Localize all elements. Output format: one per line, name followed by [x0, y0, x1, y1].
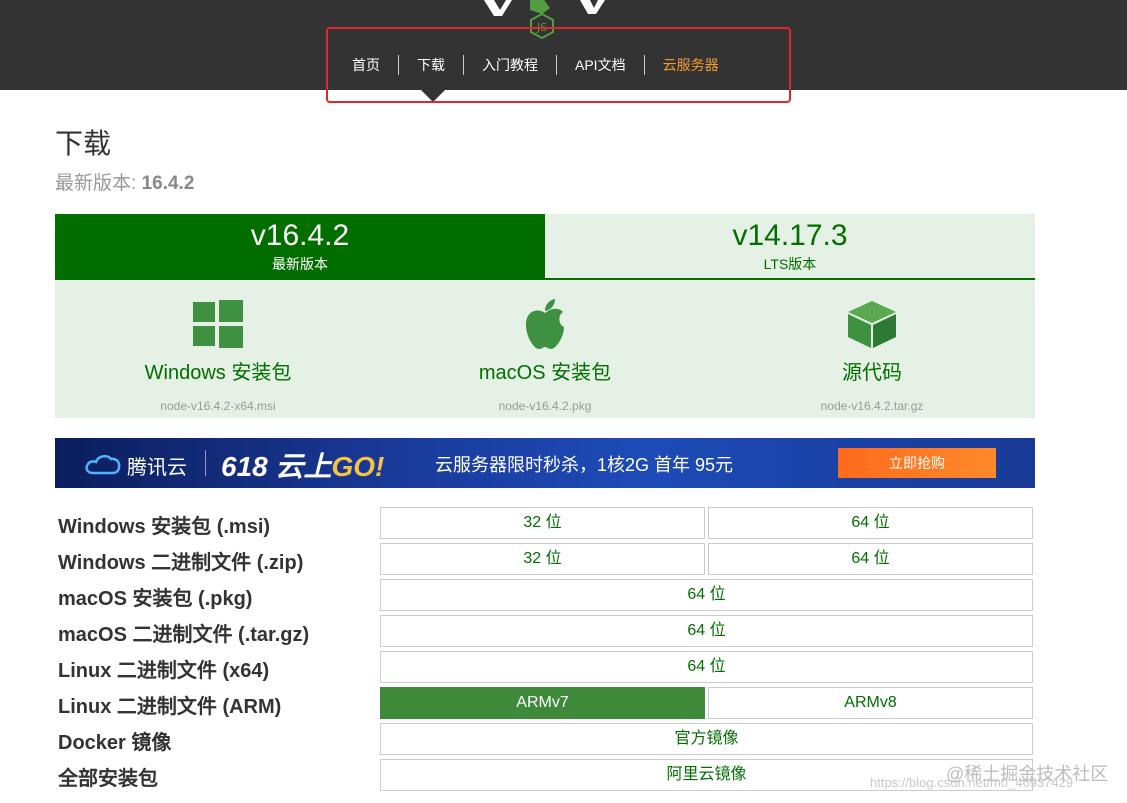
nav-home[interactable]: 首页	[340, 55, 398, 75]
nav-api-docs[interactable]: API文档	[557, 55, 644, 75]
tab-underline	[55, 278, 1035, 280]
download-macos-installer[interactable]: macOS 安装包 node-v16.4.2.pkg	[382, 298, 708, 413]
table-row: Windows 二进制文件 (.zip) 32 位 64 位	[55, 541, 1035, 575]
table-row: Docker 镜像 官方镜像	[55, 721, 1035, 755]
row-label: macOS 安装包 (.pkg)	[58, 588, 253, 610]
lts-version-number: v14.17.3	[732, 219, 848, 252]
banner-brand: 腾讯云	[127, 457, 187, 479]
download-label: 源代码	[842, 362, 902, 384]
site-header: JS 首页 下载 入门教程 API文档 云服务器	[0, 0, 1127, 90]
row-label: Linux 二进制文件 (x64)	[58, 660, 270, 682]
banner-divider	[205, 450, 206, 476]
tab-lts-version[interactable]: v14.17.3 LTS版本	[545, 214, 1035, 278]
current-version-number: v16.4.2	[250, 219, 350, 252]
download-windows-installer[interactable]: Windows 安装包 node-v16.4.2-x64.msi	[55, 298, 381, 413]
row-label: Windows 二进制文件 (.zip)	[58, 552, 304, 574]
table-row: Windows 安装包 (.msi) 32 位 64 位	[55, 505, 1035, 539]
banner-promo-618: 618 云上	[221, 451, 332, 482]
download-label: macOS 安装包	[478, 362, 612, 384]
download-windows-zip-64[interactable]: 64 位	[708, 543, 1033, 575]
version-panel: v16.4.2 最新版本 v14.17.3 LTS版本 Windows 安装包 …	[55, 214, 1035, 418]
download-filename: node-v16.4.2.tar.gz	[820, 399, 924, 413]
download-linux-x64[interactable]: 64 位	[380, 651, 1033, 683]
tab-current-version[interactable]: v16.4.2 最新版本	[55, 214, 545, 278]
tencent-cloud-logo-icon	[85, 454, 121, 475]
row-label: Linux 二进制文件 (ARM)	[58, 696, 282, 718]
nav-cloud-server[interactable]: 云服务器	[645, 55, 737, 75]
lts-version-label: LTS版本	[763, 256, 817, 272]
page-title: 下载	[55, 128, 112, 159]
latest-version-line: 最新版本: 16.4.2	[55, 168, 194, 195]
banner-offer-text: 云服务器限时秒杀，1核2G 首年 95元	[435, 455, 734, 475]
table-row: macOS 二进制文件 (.tar.gz) 64 位	[55, 613, 1035, 647]
nav-download[interactable]: 下载	[399, 55, 463, 75]
download-linux-armv8[interactable]: ARMv8	[708, 687, 1033, 719]
nav-tutorial[interactable]: 入门教程	[464, 55, 556, 75]
latest-version-value: 16.4.2	[141, 173, 195, 194]
download-filename: node-v16.4.2-x64.msi	[160, 399, 276, 413]
download-windows-msi-64[interactable]: 64 位	[708, 507, 1033, 539]
current-version-label: 最新版本	[272, 256, 328, 272]
row-label: Docker 镜像	[58, 732, 172, 754]
banner-promo: 618 云上GO!	[221, 445, 384, 485]
latest-version-label: 最新版本:	[55, 173, 142, 194]
download-label: Windows 安装包	[144, 362, 292, 384]
main-nav: 首页 下载 入门教程 API文档 云服务器	[340, 50, 737, 80]
banner-promo-go: GO!	[331, 451, 385, 482]
apple-icon	[526, 299, 564, 349]
download-windows-msi-32[interactable]: 32 位	[380, 507, 705, 539]
docker-official-image-link[interactable]: 官方镜像	[380, 723, 1033, 755]
table-row: Linux 二进制文件 (x64) 64 位	[55, 649, 1035, 683]
download-source-code[interactable]: 源代码 node-v16.4.2.tar.gz	[709, 298, 1035, 413]
download-filename: node-v16.4.2.pkg	[498, 399, 592, 413]
row-label: macOS 二进制文件 (.tar.gz)	[58, 624, 310, 646]
download-linux-armv7[interactable]: ARMv7	[380, 687, 705, 719]
active-nav-pointer	[421, 90, 445, 102]
tencent-cloud-ad-banner[interactable]: 腾讯云 618 云上GO! 云服务器限时秒杀，1核2G 首年 95元 立即抢购	[55, 438, 1035, 488]
download-macos-pkg-64[interactable]: 64 位	[380, 579, 1033, 611]
windows-icon	[193, 300, 243, 348]
table-row: macOS 安装包 (.pkg) 64 位	[55, 577, 1035, 611]
box-icon	[848, 301, 896, 348]
row-label: Windows 安装包 (.msi)	[58, 516, 271, 538]
row-label: 全部安装包	[58, 768, 158, 790]
banner-buy-now-button[interactable]: 立即抢购	[838, 448, 996, 478]
nodejs-logo[interactable]: JS	[480, 0, 605, 40]
table-row: Linux 二进制文件 (ARM) ARMv7 ARMv8	[55, 685, 1035, 719]
download-windows-zip-32[interactable]: 32 位	[380, 543, 705, 575]
watermark-site: @稀土掘金技术社区	[946, 764, 1109, 784]
download-macos-targz-64[interactable]: 64 位	[380, 615, 1033, 647]
svg-text:JS: JS	[536, 21, 547, 34]
